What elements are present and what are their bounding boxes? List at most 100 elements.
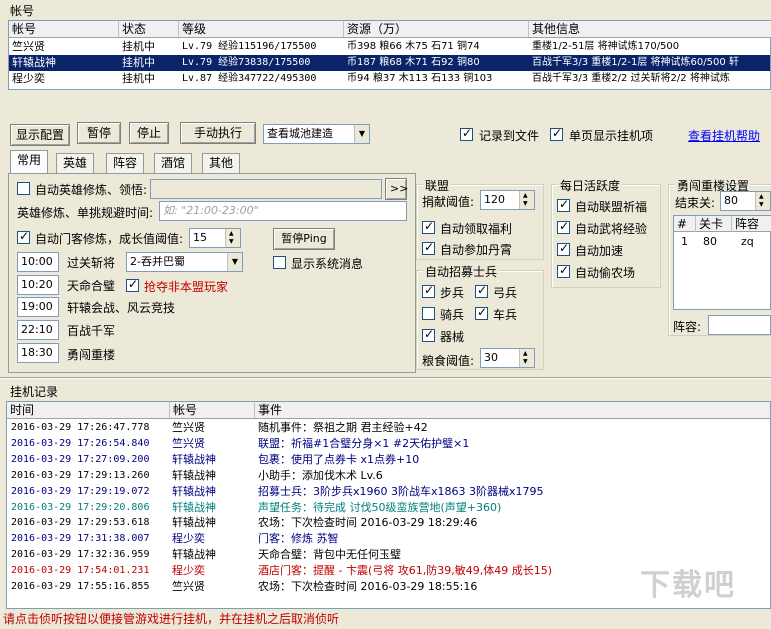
log-time: 2016-03-29 17:31:38.007 (11, 533, 150, 545)
col-status[interactable]: 状态 (119, 21, 179, 37)
manual-execute-button[interactable]: 手动执行 (180, 122, 256, 144)
log-event: 包裹：使用了点券卡 x1点券+10 (258, 452, 420, 466)
archer-checkbox[interactable] (475, 283, 488, 298)
col-other[interactable]: 其他信息 (529, 21, 771, 37)
stepper-arrows-icon[interactable] (519, 349, 534, 367)
stop-button[interactable]: 停止 (129, 122, 169, 144)
account-row-selected[interactable]: 轩辕战神 挂机中 Lv.79 经验73838/175500 币187 粮68 木… (9, 55, 770, 71)
tab-hero[interactable]: 英雄 (56, 153, 95, 173)
tower-row[interactable]: 1 80 zq (674, 234, 770, 250)
log-row[interactable]: 2016-03-29 17:29:53.618 轩辕战神 农场：下次检查时间 201… (7, 515, 770, 531)
col-account[interactable]: 帐号 (9, 21, 119, 37)
schedule-time-input[interactable]: 19:00 (17, 297, 59, 317)
log-account: 竺兴贤 (172, 436, 205, 450)
log-row[interactable]: 2016-03-29 17:26:47.778 竺兴贤 随机事件：祭祖之期 君主经验… (7, 420, 770, 436)
help-link[interactable]: 查看挂机帮助 (688, 127, 760, 144)
guanqia-select[interactable]: 2-吞并巴蜀 ▼ (126, 252, 243, 272)
chariot-label: 车兵 (493, 308, 518, 322)
show-config-button[interactable]: 显示配置 (10, 124, 70, 146)
account-row[interactable]: 竺兴贤 挂机中 Lv.79 经验115196/175500 币398 粮66 木… (9, 39, 770, 55)
stepper-arrows-icon[interactable] (755, 192, 770, 210)
stepper-arrows-icon[interactable] (225, 229, 240, 247)
tab-common[interactable]: 常用 (10, 150, 49, 174)
grab-non-alliance-label: 抢夺非本盟玩家 (144, 280, 229, 294)
schedule-label: 勇闯重楼 (67, 348, 116, 362)
log-account: 轩辕战神 (172, 516, 216, 530)
auto-benefit-checkbox[interactable] (422, 219, 435, 234)
chevron-down-icon[interactable]: ▼ (227, 253, 242, 271)
tab-formation[interactable]: 阵容 (106, 153, 145, 173)
view-select[interactable]: 查看城池建造 ▼ (263, 124, 370, 144)
schedule-time-input[interactable]: 18:30 (17, 343, 59, 363)
daily-speedup-checkbox[interactable] (557, 241, 570, 256)
log-row[interactable]: 2016-03-29 17:26:54.840 竺兴贤 联盟：祈福#1合璧分身×1 … (7, 436, 770, 452)
log-col-time[interactable]: 时间 (7, 402, 170, 418)
food-threshold-value: 30 (484, 351, 498, 364)
tab-other[interactable]: 其他 (202, 153, 241, 173)
chevron-down-icon[interactable]: ▼ (354, 125, 369, 143)
stepper-arrows-icon[interactable] (519, 191, 534, 209)
auto-hero-input[interactable] (150, 179, 382, 199)
auto-hero-checkbox[interactable] (17, 182, 30, 195)
col-level[interactable]: 等级 (179, 21, 344, 37)
log-time: 2016-03-29 17:26:54.840 (11, 437, 150, 449)
show-sys-msg-checkbox[interactable] (273, 256, 286, 269)
daily-pray-label: 自动联盟祈福 (575, 200, 648, 214)
guanqia-select-value: 2-吞并巴蜀 (130, 255, 185, 268)
log-row[interactable]: 2016-03-29 17:31:38.007 程少奕 门客：修炼 苏智 (7, 531, 770, 547)
log-account: 轩辕战神 (172, 484, 216, 498)
log-row[interactable]: 2016-03-29 17:29:19.072 轩辕战神 招募士兵：3阶步兵x196… (7, 484, 770, 500)
schedule-time-input[interactable]: 10:20 (17, 275, 59, 295)
account-row[interactable]: 程少奕 挂机中 Lv.87 经验347722/495300 币94 粮37 木1… (9, 71, 770, 87)
daily-farm-steal-checkbox[interactable] (557, 263, 570, 278)
col-resources[interactable]: 资源（万） (344, 21, 529, 37)
tower-col-num[interactable]: # (674, 216, 696, 232)
chariot-checkbox[interactable] (475, 305, 488, 320)
view-select-value: 查看城池建造 (267, 127, 333, 140)
pause-ping-button[interactable]: 暂停Ping (273, 228, 335, 250)
log-account: 程少奕 (172, 564, 205, 578)
auto-guest-checkbox[interactable] (17, 229, 30, 244)
log-row[interactable]: 2016-03-29 17:27:09.200 轩辕战神 包裹：使用了点券卡 x1点… (7, 452, 770, 468)
log-section-title: 挂机记录 (10, 385, 59, 399)
pause-button[interactable]: 暂停 (77, 122, 121, 144)
log-event: 酒店门客：提醒 - 卞震(弓将 攻61,防39,敏49,体49 成长15) (258, 564, 553, 578)
single-page-checkbox[interactable] (550, 126, 563, 141)
log-col-account[interactable]: 帐号 (170, 402, 255, 418)
accounts-section-title: 帐号 (10, 4, 35, 18)
expand-button[interactable]: >> (385, 178, 408, 200)
watermark-text: 下载吧 (640, 568, 736, 603)
auto-pill-checkbox[interactable] (422, 240, 435, 255)
account-name: 竺兴贤 (12, 40, 45, 53)
tower-end-stepper[interactable]: 80 (720, 191, 771, 211)
donate-threshold-stepper[interactable]: 120 (480, 190, 535, 210)
log-account: 轩辕战神 (172, 548, 216, 562)
infantry-label: 步兵 (440, 286, 465, 300)
tower-row-team: zq (741, 235, 754, 248)
tab-tavern[interactable]: 酒馆 (154, 153, 193, 173)
log-account: 竺兴贤 (172, 421, 205, 434)
account-name: 轩辕战神 (12, 56, 56, 69)
infantry-checkbox[interactable] (422, 283, 435, 298)
schedule-time-input[interactable]: 22:10 (17, 320, 59, 340)
record-to-file-checkbox[interactable] (460, 126, 473, 141)
cavalry-checkbox[interactable] (422, 307, 435, 320)
guest-threshold-stepper[interactable]: 15 (189, 228, 241, 248)
log-row[interactable]: 2016-03-29 17:29:13.260 轩辕战神 小助手：添加伐木术 Lv.… (7, 468, 770, 484)
daily-pray-checkbox[interactable] (557, 197, 570, 212)
machine-checkbox[interactable] (422, 327, 435, 342)
grab-non-alliance-checkbox[interactable] (126, 277, 139, 292)
tower-team-input[interactable] (708, 315, 771, 335)
daily-hero-exp-checkbox[interactable] (557, 219, 570, 234)
schedule-time-input[interactable]: 10:00 (17, 252, 59, 272)
tower-col-team[interactable]: 阵容 (732, 216, 771, 232)
log-event: 天命合璧：背包中无任何玉璧 (258, 548, 401, 562)
account-other: 重楼1/2-51层 将神试炼170/500 (532, 41, 680, 52)
hero-time-input[interactable]: 如: "21:00-23:00" (159, 201, 407, 221)
log-col-event[interactable]: 事件 (255, 402, 770, 418)
log-row[interactable]: 2016-03-29 17:29:20.806 轩辕战神 声望任务：待完成 讨伐50… (7, 500, 770, 516)
food-threshold-stepper[interactable]: 30 (480, 348, 535, 368)
log-time: 2016-03-29 17:29:13.260 (11, 469, 150, 481)
log-event: 随机事件：祭祖之期 君主经验+42 (258, 421, 428, 434)
tower-col-stage[interactable]: 关卡 (696, 216, 732, 232)
